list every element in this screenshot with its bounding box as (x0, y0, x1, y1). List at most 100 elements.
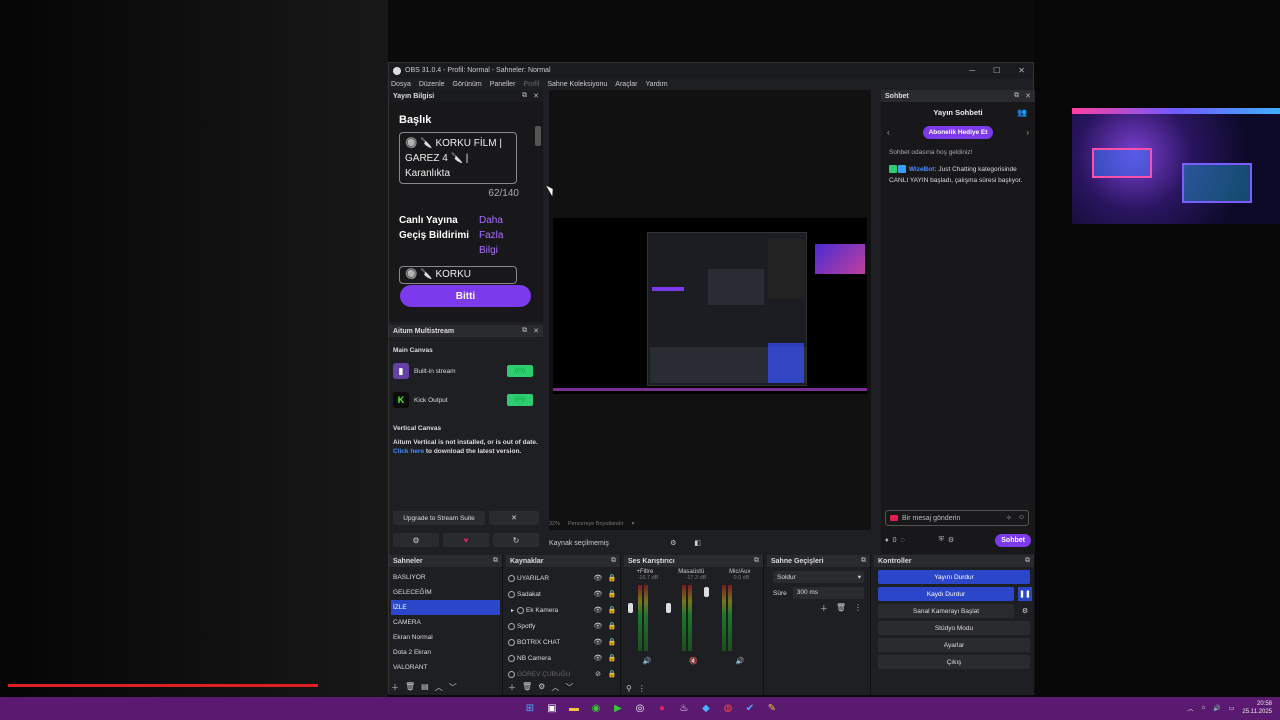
eye-icon[interactable]: 👁 (592, 590, 604, 598)
xbox-icon[interactable]: ◉ (588, 700, 604, 716)
speaker-icon[interactable]: 🔊 (643, 657, 652, 665)
chat-settings-icon[interactable]: ⚙ (948, 536, 954, 544)
duration-input[interactable]: 300 ms (792, 587, 864, 599)
app-icon[interactable]: ◆ (698, 700, 714, 716)
close-button[interactable]: ✕ (1018, 66, 1025, 75)
send-chat-button[interactable]: Sohbet (995, 533, 1031, 547)
source-item[interactable]: NB Camera 👁 🔒 (508, 650, 618, 666)
steam-icon[interactable]: ♨ (676, 700, 692, 716)
transition-select[interactable]: Soldur ▾ (773, 571, 864, 583)
tray-chevron-icon[interactable]: ︿ (1188, 704, 1194, 713)
chat-username[interactable]: WizeBot: (909, 166, 937, 173)
heart-icon[interactable]: ♥ (443, 533, 489, 547)
add-icon[interactable]: ＋ (391, 682, 399, 693)
chat-input[interactable]: Bir mesaj gönderin ✧ ☺ (885, 510, 1029, 526)
task-view-icon[interactable]: ▣ (544, 700, 560, 716)
dock-float-icon[interactable]: ⧉ (493, 557, 498, 565)
down-icon[interactable]: ﹀ (565, 682, 573, 693)
menu-araclar[interactable]: Araçlar (615, 81, 637, 88)
menu-yardim[interactable]: Yardım (645, 81, 667, 88)
filter-icon[interactable]: ◧ (694, 539, 701, 547)
refresh-icon[interactable]: ↻ (493, 533, 539, 547)
output-toggle-button[interactable]: ((•)) (507, 365, 533, 377)
menu-gorunum[interactable]: Görünüm (453, 81, 482, 88)
dock-float-icon[interactable]: ⧉ (522, 327, 527, 335)
file-explorer-icon[interactable]: ▬ (566, 700, 582, 716)
preview-canvas[interactable] (549, 90, 871, 530)
scene-item[interactable]: BASLIYOR (391, 570, 500, 585)
down-icon[interactable]: ﹀ (449, 682, 457, 693)
dock-close-icon[interactable]: ✕ (533, 327, 539, 335)
trash-icon[interactable]: 🗑 (405, 682, 415, 693)
chevron-left-icon[interactable]: ‹ (887, 128, 890, 137)
dock-float-icon[interactable]: ⧉ (522, 92, 527, 100)
stream-info-scrollbar[interactable] (535, 126, 541, 146)
source-item[interactable]: BOTRIX CHAT 👁 🔒 (508, 634, 618, 650)
bits-icon[interactable]: ♦ (885, 537, 889, 544)
settings-button[interactable]: Ayarlar (878, 638, 1030, 652)
up-icon[interactable]: ︿ (435, 682, 443, 693)
output-toggle-button[interactable]: ((•)) (507, 394, 533, 406)
filter-icon[interactable]: ▤ (421, 682, 429, 693)
gear-icon[interactable]: ⚙ (670, 539, 676, 547)
eye-icon[interactable]: 👁 (592, 638, 604, 646)
expand-icon[interactable]: ▸ (511, 607, 514, 614)
settings-gear-icon[interactable]: ⚙ (393, 533, 439, 547)
menu-icon[interactable]: ⋮ (854, 603, 862, 614)
notification-app-icon[interactable]: ✎ (764, 700, 780, 716)
volume-icon[interactable]: 🔊 (1213, 705, 1220, 712)
chevron-right-icon[interactable]: › (1026, 128, 1029, 137)
users-icon[interactable]: 👥 (1017, 108, 1027, 117)
scene-item[interactable]: CAMERA (391, 615, 500, 630)
click-here-link[interactable]: Click here (393, 448, 424, 455)
emote-icon[interactable]: ✧ (1006, 514, 1012, 522)
source-item[interactable]: Spotfy 👁 🔒 (508, 618, 618, 634)
lock-icon[interactable]: 🔒 (606, 606, 618, 614)
muted-speaker-icon[interactable]: 🔇 (689, 657, 698, 665)
dock-close-icon[interactable]: ✕ (1025, 92, 1031, 100)
dock-float-icon[interactable]: ⧉ (861, 557, 866, 565)
source-item[interactable]: ▸ Ek Kamera 👁 🔒 (508, 602, 618, 618)
shield-icon[interactable]: ⛨ (939, 536, 944, 544)
link-icon[interactable]: ⚲ (626, 684, 632, 693)
window-fit-select[interactable]: Pencereye Boyutlandır (568, 521, 624, 527)
dock-float-icon[interactable]: ⧉ (1014, 92, 1019, 100)
play-icon[interactable]: ▶ (610, 700, 626, 716)
exit-button[interactable]: Çıkış (878, 655, 1030, 669)
scene-item[interactable]: Dota 2 Ekran (391, 645, 500, 660)
channel-points-icon[interactable]: ◌ (900, 537, 904, 544)
obs-taskbar-icon[interactable]: ◎ (632, 700, 648, 716)
eye-icon[interactable]: 👁 (592, 622, 604, 630)
up-icon[interactable]: ︿ (551, 682, 559, 693)
clock[interactable]: 20:58 25.11.2025 (1242, 700, 1272, 716)
trash-icon[interactable]: 🗑 (836, 603, 846, 614)
dock-float-icon[interactable]: ⧉ (1025, 557, 1030, 565)
virtual-camera-button[interactable]: Sanal Kamerayı Başlat ⚙ (878, 604, 1028, 618)
source-item[interactable]: UYARILAR 👁 🔒 (508, 570, 618, 586)
dock-float-icon[interactable]: ⧉ (611, 557, 616, 565)
dismiss-button[interactable]: ✕ (489, 511, 539, 525)
stop-recording-button[interactable]: Kaydı Durdur ❚❚ (878, 587, 1032, 601)
smile-icon[interactable]: ☺ (1018, 514, 1025, 522)
more-info-link[interactable]: Daha Fazla Bilgi (479, 213, 519, 258)
eye-icon[interactable]: 👁 (592, 606, 604, 614)
menu-paneller[interactable]: Paneller (490, 81, 516, 88)
lock-icon[interactable]: 🔒 (606, 670, 618, 678)
trash-icon[interactable]: 🗑 (522, 682, 532, 693)
windows-start-icon[interactable]: ⊞ (522, 700, 538, 716)
dock-float-icon[interactable]: ⧉ (754, 557, 759, 565)
volume-fader[interactable] (628, 603, 633, 613)
dock-close-icon[interactable]: ✕ (533, 92, 539, 100)
scene-item[interactable]: VALORANT (391, 660, 500, 675)
add-icon[interactable]: ＋ (508, 682, 516, 693)
notification-input[interactable]: 🔘 🔪 KORKU (399, 266, 517, 284)
stream-title-input[interactable]: 🔘 🔪 KORKU FİLM | GAREZ 4 🔪 | Karanlıkta (399, 132, 517, 184)
upgrade-button[interactable]: Upgrade to Stream Suite (393, 511, 485, 525)
menu-sahne-koleksiyonu[interactable]: Sahne Koleksiyonu (547, 81, 607, 88)
scene-item[interactable]: GELECEĞİM (391, 585, 500, 600)
speaker-icon[interactable]: 🔊 (735, 657, 744, 665)
menu-profil[interactable]: Profil (523, 81, 539, 88)
scene-item-selected[interactable]: İZLE (391, 600, 500, 615)
menu-dosya[interactable]: Dosya (391, 81, 411, 88)
add-icon[interactable]: ＋ (820, 603, 828, 614)
